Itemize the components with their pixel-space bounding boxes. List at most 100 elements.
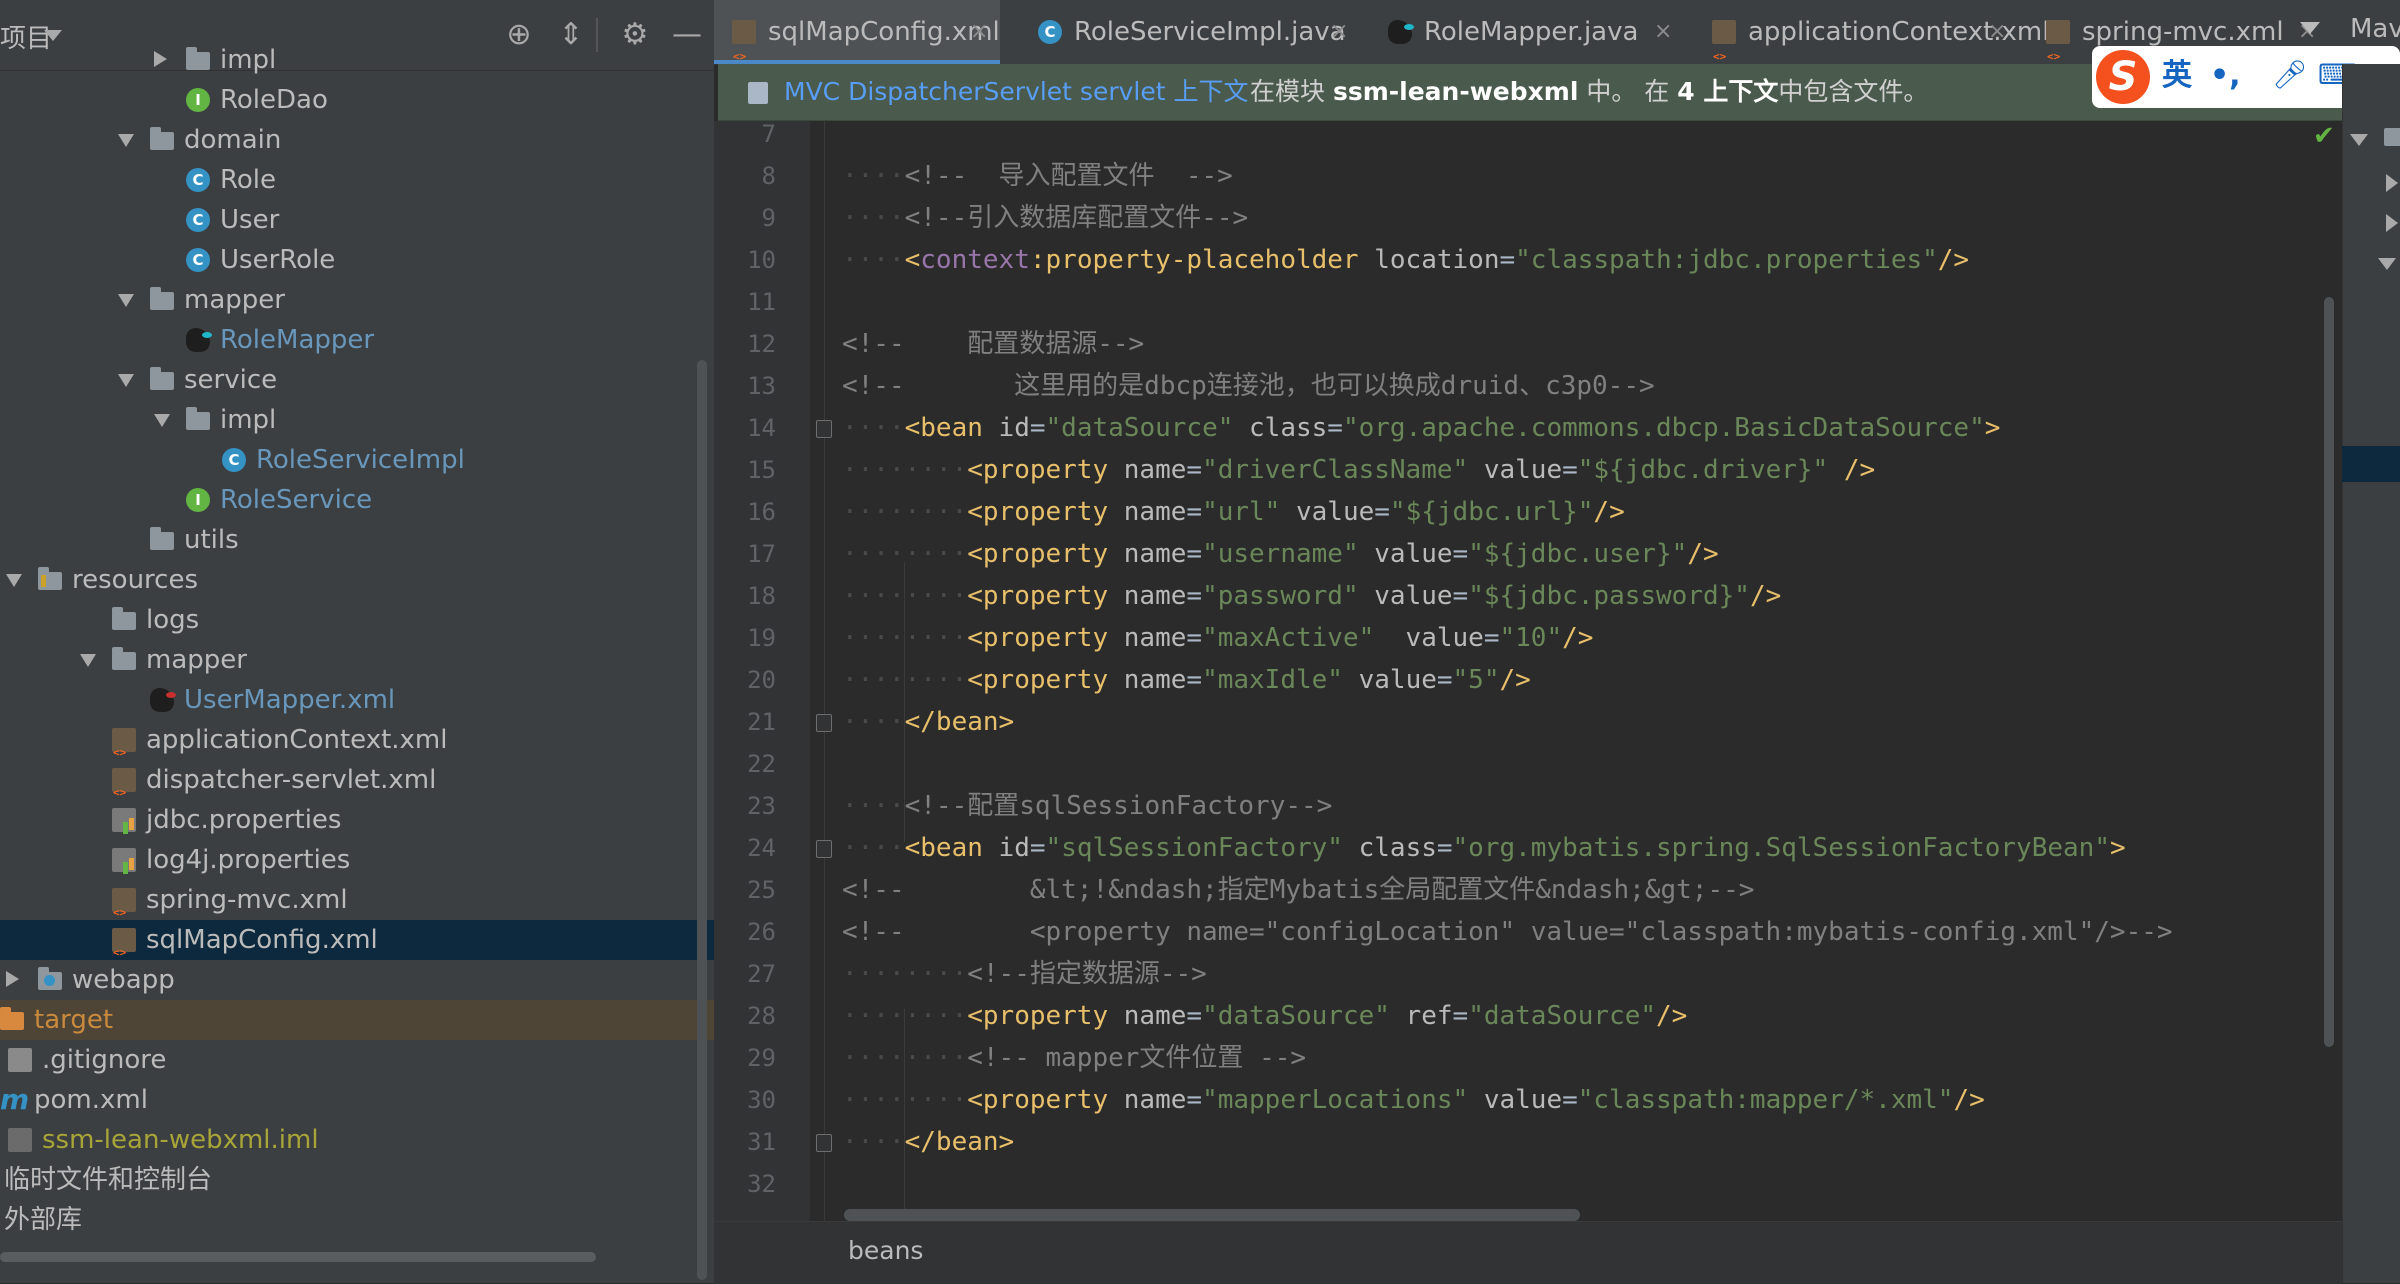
- close-tab-icon[interactable]: ×: [1654, 0, 1672, 64]
- tree-item[interactable]: mapper: [0, 640, 714, 680]
- collapsed-arrow-icon[interactable]: [154, 51, 167, 67]
- code-token: ········: [842, 497, 968, 527]
- code-line[interactable]: ········<property name="maxIdle" value="…: [842, 659, 1531, 701]
- tree-item[interactable]: C User: [0, 200, 714, 240]
- maven-tab-label[interactable]: Mav: [2350, 14, 2400, 44]
- sogou-logo-icon[interactable]: S: [2096, 50, 2150, 104]
- tree-item[interactable]: service: [0, 360, 714, 400]
- code-line[interactable]: ········<property name="username" value=…: [842, 533, 1719, 575]
- breadcrumb-item-beans[interactable]: beans: [848, 1222, 923, 1280]
- close-tab-icon[interactable]: ×: [970, 0, 988, 64]
- expanded-arrow-icon[interactable]: [6, 574, 22, 587]
- code-line[interactable]: ········<!--指定数据源-->: [842, 953, 1207, 995]
- tree-item[interactable]: log4j.properties: [0, 840, 714, 880]
- spring-xml-icon: [1712, 20, 1736, 89]
- tree-item[interactable]: jdbc.properties: [0, 800, 714, 840]
- code-token: "dataSource": [1202, 1001, 1390, 1031]
- tree-item[interactable]: C UserRole: [0, 240, 714, 280]
- tree-item[interactable]: UserMapper.xml: [0, 680, 714, 720]
- code-token: =: [1436, 665, 1453, 695]
- editor-vertical-scrollbar[interactable]: [2324, 297, 2334, 1047]
- maven-node-arrow-icon[interactable]: [2386, 214, 2398, 232]
- tree-item[interactable]: I RoleDao: [0, 80, 714, 120]
- code-token: "${jdbc.url}": [1389, 497, 1594, 527]
- editor-tab[interactable]: applicationContext.xml×: [1694, 0, 2049, 89]
- tree-item[interactable]: domain: [0, 120, 714, 160]
- line-number: 29: [747, 1044, 776, 1072]
- tree-item[interactable]: C RoleServiceImpl: [0, 440, 714, 480]
- ime-language-toggle[interactable]: 英: [2162, 56, 2192, 96]
- editor-tab[interactable]: C RoleServiceImpl.java ×: [1020, 0, 1360, 64]
- code-line[interactable]: ····</bean>: [842, 1121, 1014, 1163]
- fold-marker-icon[interactable]: [816, 420, 832, 438]
- tree-item[interactable]: utils: [0, 520, 714, 560]
- maven-node-expanded-icon[interactable]: [2378, 258, 2396, 270]
- tree-item[interactable]: webapp: [0, 960, 714, 1000]
- tree-item[interactable]: applicationContext.xml: [0, 720, 714, 773]
- tree-item[interactable]: .gitignore: [0, 1040, 714, 1080]
- code-line[interactable]: ········<property name="mapperLocations"…: [842, 1079, 1985, 1121]
- tree-item[interactable]: target: [0, 1000, 714, 1040]
- tree-item[interactable]: C Role: [0, 160, 714, 200]
- collapsed-arrow-icon[interactable]: [6, 971, 19, 987]
- tree-item[interactable]: logs: [0, 600, 714, 640]
- tree-item[interactable]: mapper: [0, 280, 714, 320]
- expanded-arrow-icon[interactable]: [118, 134, 134, 147]
- expanded-arrow-icon[interactable]: [118, 374, 134, 387]
- code-token: >: [1984, 413, 2001, 443]
- tree-item[interactable]: dispatcher-servlet.xml: [0, 760, 714, 813]
- code-line[interactable]: ····<bean id="sqlSessionFactory" class="…: [842, 827, 2126, 869]
- editor-tab[interactable]: sqlMapConfig.xml×: [714, 0, 1000, 89]
- code-token: id: [982, 833, 1030, 863]
- code-line[interactable]: ····<bean id="dataSource" class="org.apa…: [842, 407, 2000, 449]
- project-horizontal-scrollbar[interactable]: [0, 1252, 596, 1262]
- close-tab-icon[interactable]: ×: [1330, 0, 1348, 64]
- fold-marker-icon[interactable]: [816, 840, 832, 858]
- tree-item[interactable]: I RoleService: [0, 480, 714, 520]
- tree-item[interactable]: ssm-lean-webxml.iml: [0, 1120, 714, 1160]
- editor-horizontal-scrollbar[interactable]: [844, 1209, 1580, 1221]
- no-problems-check-icon[interactable]: ✔: [2313, 121, 2335, 151]
- tree-item[interactable]: impl: [0, 400, 714, 440]
- code-editor[interactable]: ✔ 7 8 ····<!-- 导入配置文件 --> 9 ····<!--引入数据库配置文…: [714, 121, 2342, 1221]
- code-line[interactable]: ········<property name="url" value="${jd…: [842, 491, 1625, 533]
- tree-item[interactable]: impl: [0, 40, 714, 80]
- expanded-arrow-icon[interactable]: [154, 414, 170, 427]
- project-vertical-scrollbar[interactable]: [697, 360, 707, 1280]
- servlet-context-link[interactable]: MVC DispatcherServlet servlet 上下文: [784, 64, 1249, 120]
- tree-item[interactable]: 外部库: [0, 1200, 714, 1240]
- maven-node-arrow-icon[interactable]: [2386, 174, 2398, 192]
- editor-tab[interactable]: RoleMapper.java ×: [1370, 0, 1684, 64]
- fold-marker-icon[interactable]: [816, 714, 832, 732]
- microphone-icon[interactable]: 🎤︎: [2272, 60, 2308, 90]
- code-line[interactable]: ····<context:property-placeholder locati…: [842, 239, 1969, 281]
- code-line[interactable]: ····<!--配置sqlSessionFactory-->: [842, 785, 1332, 827]
- code-line[interactable]: ········<property name="driverClassName"…: [842, 449, 1875, 491]
- tree-item[interactable]: m pom.xml: [0, 1080, 714, 1120]
- code-line[interactable]: <!-- 这里用的是dbcp连接池，也可以换成druid、c3p0-->: [842, 365, 1655, 407]
- code-line[interactable]: <!-- <property name="configLocation" val…: [842, 911, 2173, 953]
- code-line[interactable]: ········<property name="dataSource" ref=…: [842, 995, 1687, 1037]
- tree-item[interactable]: RoleMapper: [0, 320, 714, 360]
- expanded-arrow-icon[interactable]: [118, 294, 134, 307]
- code-line[interactable]: ····</bean>: [842, 701, 1014, 743]
- code-line[interactable]: ····<!--引入数据库配置文件-->: [842, 197, 1248, 239]
- maven-expand-arrow-icon[interactable]: [2350, 134, 2368, 146]
- code-line[interactable]: ········<!-- mapper文件位置 -->: [842, 1037, 1306, 1079]
- fold-marker-icon[interactable]: [816, 1134, 832, 1152]
- tree-item[interactable]: spring-mvc.xml: [0, 880, 714, 933]
- ime-punctuation-toggle[interactable]: •,: [2210, 56, 2241, 96]
- close-tab-icon[interactable]: ×: [1988, 0, 2006, 64]
- maven-selected-row[interactable]: [2342, 446, 2400, 482]
- more-tabs-chevron-icon[interactable]: [2300, 22, 2320, 34]
- tree-item[interactable]: 临时文件和控制台: [0, 1160, 714, 1200]
- code-line[interactable]: ········<property name="maxActive" value…: [842, 617, 1593, 659]
- code-line[interactable]: ····<!-- 导入配置文件 -->: [842, 155, 1233, 197]
- tree-item[interactable]: resources: [0, 560, 714, 600]
- expanded-arrow-icon[interactable]: [80, 654, 96, 667]
- code-token: ····: [842, 1127, 905, 1157]
- code-line[interactable]: <!-- &lt;!&ndash;指定Mybatis全局配置文件&ndash;&…: [842, 869, 1754, 911]
- tree-item[interactable]: sqlMapConfig.xml: [0, 920, 714, 973]
- code-line[interactable]: ········<property name="password" value=…: [842, 575, 1781, 617]
- code-line[interactable]: <!-- 配置数据源-->: [842, 323, 1144, 365]
